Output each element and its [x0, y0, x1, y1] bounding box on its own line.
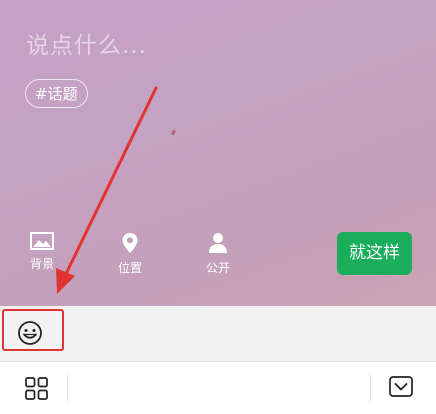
image-icon — [30, 232, 54, 250]
stray-mark — [170, 129, 177, 136]
location-pin-icon — [122, 233, 138, 253]
background-button[interactable]: 背景 — [15, 232, 69, 272]
grid-icon[interactable] — [25, 377, 48, 400]
emoji-toolbar — [0, 306, 436, 362]
person-icon — [209, 233, 227, 253]
location-button[interactable]: 位置 — [103, 232, 157, 276]
toolbar-divider-right — [370, 374, 371, 402]
toolbar-divider-left — [67, 374, 68, 402]
publish-button[interactable]: 就这样 — [337, 232, 412, 275]
background-label: 背景 — [29, 257, 54, 271]
location-label: 位置 — [117, 261, 142, 275]
keyboard-collapse-icon[interactable] — [389, 376, 413, 398]
composer-area[interactable]: 说点什么... #话题 背景 位置 公开 就这样 — [0, 0, 436, 306]
text-input-placeholder[interactable]: 说点什么... — [26, 26, 147, 60]
topic-tag-button[interactable]: #话题 — [25, 79, 88, 108]
visibility-label: 公开 — [205, 261, 230, 275]
annotation-highlight-box — [2, 309, 64, 351]
visibility-button[interactable]: 公开 — [191, 232, 245, 276]
